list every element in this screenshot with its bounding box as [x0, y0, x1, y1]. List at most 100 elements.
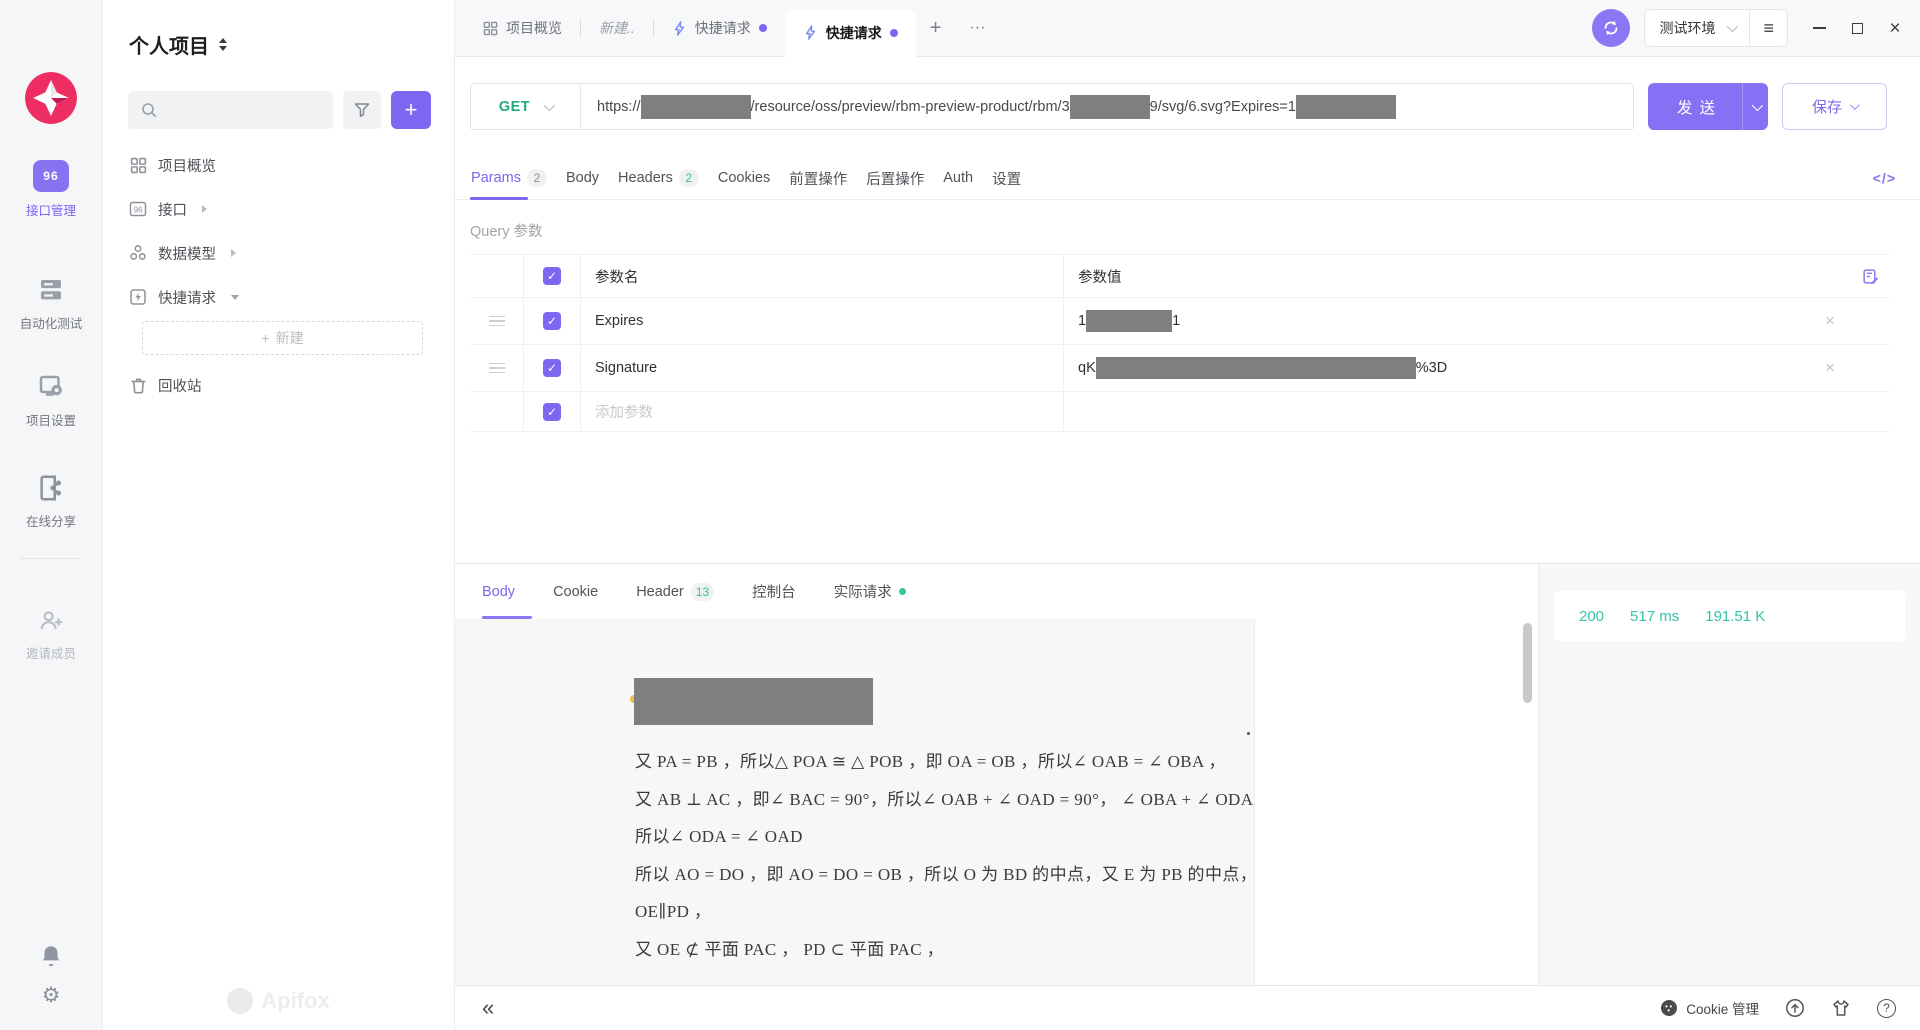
bulk-edit-icon[interactable] [1850, 255, 1890, 297]
chevron-right-icon [202, 205, 207, 213]
drag-handle-icon[interactable] [489, 316, 505, 327]
menu-item-data-model[interactable]: 数据模型 [103, 231, 454, 275]
param-name-input[interactable]: Expires [580, 298, 1063, 344]
collapse-sidebar-icon[interactable]: « [482, 997, 494, 1019]
apifox-logo [25, 72, 77, 124]
tab-quick-request-1[interactable]: 快捷请求 [654, 0, 785, 57]
add-param-input[interactable]: 添加参数 [580, 392, 1063, 431]
sidebar-item-label: 接口管理 [26, 200, 76, 219]
tab-post-operations[interactable]: 后置操作 [865, 157, 925, 199]
minimize-button[interactable] [1812, 21, 1826, 35]
sidebar-item-api-management[interactable]: 96 接口管理 [26, 160, 76, 219]
tab-console[interactable]: 控制台 [752, 564, 796, 619]
tab-cookies[interactable]: Cookies [717, 157, 771, 199]
select-all-checkbox[interactable]: ✓ [543, 267, 561, 285]
green-dot [899, 588, 906, 595]
drag-handle-icon[interactable] [489, 363, 505, 374]
project-switcher-icon[interactable] [219, 38, 227, 51]
url-input[interactable]: https:///resource/oss/preview/rbm-previe… [581, 95, 1412, 119]
tab-response-cookie[interactable]: Cookie [553, 564, 598, 619]
param-value-input[interactable]: 11 [1063, 298, 1810, 344]
close-button[interactable]: × [1888, 21, 1902, 35]
apifox-watermark-icon [227, 988, 253, 1014]
apifox-watermark: Apifox [103, 988, 454, 1014]
sidebar-item-project-settings[interactable]: 项目设置 [26, 372, 76, 429]
menu-item-label: 快捷请求 [158, 287, 216, 308]
request-bar: GET https:///resource/oss/preview/rbm-pr… [455, 57, 1920, 157]
response-math-text: 又 PA = PB ，所以△ POA ≅ △ POB ，即 OA = OB ，所… [635, 743, 1244, 968]
filter-button[interactable] [343, 91, 381, 129]
tab-auth[interactable]: Auth [942, 157, 974, 199]
sidebar-item-automated-testing[interactable]: 自动化测试 [20, 275, 83, 332]
param-name-input[interactable]: Signature [580, 345, 1063, 391]
cookie-icon [1660, 999, 1678, 1017]
status-time: 517 ms [1630, 608, 1679, 625]
new-tab-button[interactable]: + [916, 17, 956, 40]
delete-row-icon[interactable]: × [1810, 345, 1850, 391]
menu-item-quick-request[interactable]: 快捷请求 [103, 275, 454, 319]
footer-bar: « Cookie 管理 ? [455, 985, 1920, 1030]
tab-response-header[interactable]: Header 13 [636, 564, 714, 619]
param-row-signature: ✓ Signature qK%3D × [470, 344, 1890, 391]
search-icon [140, 101, 158, 119]
send-options-chevron[interactable] [1742, 83, 1768, 130]
save-button[interactable]: 保存 [1782, 83, 1887, 130]
send-button[interactable]: 发送 [1648, 83, 1768, 130]
param-value-input[interactable]: qK%3D [1063, 345, 1810, 391]
help-icon[interactable]: ? [1877, 999, 1896, 1018]
upload-icon[interactable] [1785, 998, 1805, 1018]
tab-new[interactable]: 新建.. [581, 0, 653, 57]
environment-dropdown[interactable]: 测试环境 [1645, 18, 1749, 38]
menu-item-api[interactable]: 96 接口 [103, 187, 454, 231]
new-quick-request-button[interactable]: + 新建 [142, 321, 423, 355]
menu-item-label: 项目概览 [158, 155, 216, 176]
tab-response-body[interactable]: Body [482, 564, 515, 619]
status-code: 200 [1579, 608, 1604, 625]
sidebar-divider [20, 558, 82, 559]
method-select[interactable]: GET [471, 84, 581, 129]
settings-gear-icon[interactable]: ⚙ [42, 983, 61, 1008]
tab-project-overview[interactable]: 项目概览 [465, 0, 580, 57]
tab-quick-request-2-active[interactable]: 快捷请求 [785, 9, 916, 57]
tab-headers[interactable]: Headers 2 [617, 157, 700, 199]
trash-icon [129, 377, 147, 394]
sidebar-item-label: 项目设置 [26, 410, 76, 429]
menu-item-label: 接口 [158, 199, 187, 220]
menu-item-recycle-bin[interactable]: 回收站 [103, 363, 454, 407]
environment-menu-button[interactable]: ≡ [1749, 10, 1787, 46]
sync-button[interactable] [1592, 9, 1630, 47]
environment-selector: 测试环境 ≡ [1644, 9, 1788, 47]
notifications-bell-icon[interactable] [38, 943, 64, 969]
chevron-down-icon [544, 99, 555, 110]
more-tabs-button[interactable]: ··· [955, 19, 999, 37]
tab-actual-request[interactable]: 实际请求 [834, 564, 906, 619]
scrollbar-thumb[interactable] [1523, 623, 1532, 703]
tab-settings[interactable]: 设置 [991, 157, 1022, 199]
tab-params[interactable]: Params 2 [470, 157, 548, 199]
headers-count-badge: 2 [679, 169, 699, 187]
code-view-icon[interactable]: </> [1873, 170, 1896, 186]
chevron-right-icon [231, 249, 236, 257]
row-checkbox[interactable]: ✓ [543, 312, 561, 330]
maximize-button[interactable] [1850, 21, 1864, 35]
theme-shirt-icon[interactable] [1831, 998, 1851, 1018]
redacted-block [1096, 357, 1416, 379]
delete-row-icon[interactable]: × [1810, 298, 1850, 344]
grid-icon [129, 157, 147, 174]
row-checkbox[interactable]: ✓ [543, 359, 561, 377]
api-management-icon: 96 [33, 160, 69, 192]
tab-pre-operations[interactable]: 前置操作 [788, 157, 848, 199]
cookie-manager-button[interactable]: Cookie 管理 [1660, 998, 1759, 1018]
search-input[interactable] [128, 91, 333, 129]
menu-item-project-overview[interactable]: 项目概览 [103, 143, 454, 187]
sidebar-item-online-share[interactable]: 在线分享 [26, 473, 76, 530]
add-button[interactable]: + [391, 91, 431, 129]
row-checkbox[interactable]: ✓ [543, 403, 561, 421]
sidebar-item-label: 邀请成员 [26, 643, 76, 662]
sidebar-item-invite-members[interactable]: 邀请成员 [26, 607, 76, 662]
sidebar-item-label: 在线分享 [26, 511, 76, 530]
window-controls: × [1812, 21, 1902, 35]
tab-body[interactable]: Body [565, 157, 600, 199]
param-row-expires: ✓ Expires 11 × [470, 297, 1890, 344]
unsaved-dot [759, 24, 767, 32]
